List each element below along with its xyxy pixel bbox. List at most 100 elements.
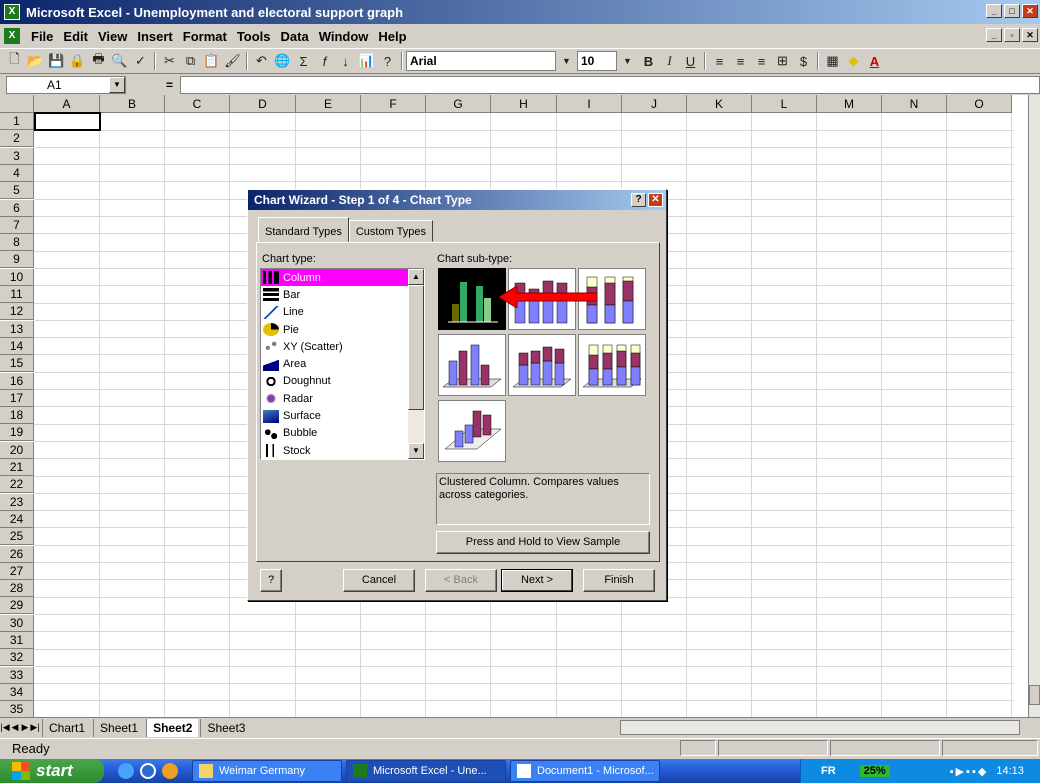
row-header[interactable]: 8 [0, 234, 34, 252]
tab-standard-types[interactable]: Standard Types [258, 217, 349, 242]
vertical-scrollbar[interactable] [1028, 95, 1040, 717]
column-header[interactable]: G [426, 95, 491, 113]
language-indicator[interactable]: FR [821, 765, 836, 777]
row-header[interactable]: 12 [0, 303, 34, 321]
row-header[interactable]: 27 [0, 562, 34, 580]
column-header[interactable]: K [687, 95, 752, 113]
formula-input[interactable] [180, 76, 1040, 94]
chart-type-item[interactable]: Radar [261, 390, 424, 407]
font-color-icon[interactable]: A [864, 51, 885, 71]
row-header[interactable]: 26 [0, 545, 34, 563]
row-header[interactable]: 20 [0, 441, 34, 459]
name-box-dropdown-icon[interactable]: ▼ [109, 77, 125, 93]
open-icon[interactable]: 📂 [25, 51, 46, 71]
task-weimar-germany[interactable]: Weimar Germany [192, 760, 342, 782]
bold-button[interactable]: B [638, 51, 659, 71]
battery-indicator[interactable]: 25% [859, 765, 890, 777]
office-assistant-button[interactable]: ? [260, 569, 282, 592]
chart-type-item[interactable]: Pie [261, 321, 424, 338]
doc-minimize-button[interactable]: _ [986, 28, 1002, 42]
row-header[interactable]: 30 [0, 614, 34, 632]
autosum-icon[interactable]: Σ [293, 51, 314, 71]
row-header[interactable]: 7 [0, 216, 34, 234]
chart-type-item[interactable]: Bar [261, 286, 424, 303]
name-box[interactable]: A1 ▼ [6, 76, 126, 94]
column-header[interactable]: L [752, 95, 817, 113]
select-all-corner[interactable] [0, 95, 34, 113]
minimize-button[interactable]: _ [986, 4, 1002, 18]
cancel-button[interactable]: Cancel [343, 569, 415, 592]
permission-icon[interactable]: 🔒 [67, 51, 88, 71]
row-header[interactable]: 5 [0, 182, 34, 200]
print-preview-icon[interactable]: 🔍 [109, 51, 130, 71]
list-scrollbar[interactable]: ▲ ▼ [408, 269, 424, 459]
sheet-tab-sheet3[interactable]: Sheet3 [200, 718, 251, 737]
sheet-tab-chart1[interactable]: Chart1 [42, 718, 91, 737]
row-header[interactable]: 22 [0, 476, 34, 494]
align-right-icon[interactable]: ≡ [751, 51, 772, 71]
row-header[interactable]: 21 [0, 459, 34, 476]
doc-close-button[interactable]: ✕ [1022, 28, 1038, 42]
workbook-icon[interactable]: X [4, 28, 20, 44]
column-header[interactable]: F [361, 95, 426, 113]
align-left-icon[interactable]: ≡ [709, 51, 730, 71]
chart-type-item[interactable]: Doughnut [261, 373, 424, 390]
column-header[interactable]: O [947, 95, 1012, 113]
active-cell-a1[interactable] [34, 112, 101, 131]
borders-icon[interactable]: ▦ [822, 51, 843, 71]
row-header[interactable]: 10 [0, 268, 34, 286]
subtype-3d-stacked-column[interactable] [508, 334, 576, 396]
subtype-clustered-column[interactable] [438, 268, 506, 330]
chart-type-item[interactable]: Bubble [261, 425, 424, 442]
fill-color-icon[interactable]: ◆ [843, 51, 864, 71]
close-button[interactable]: ✕ [1022, 4, 1038, 18]
column-header[interactable]: D [230, 95, 296, 113]
chart-type-item[interactable]: XY (Scatter) [261, 338, 424, 355]
row-header[interactable]: 9 [0, 251, 34, 269]
media-quicklaunch-icon[interactable] [162, 763, 178, 779]
spelling-icon[interactable]: ✓ [130, 51, 151, 71]
scroll-up-icon[interactable]: ▲ [408, 269, 424, 285]
cut-icon[interactable]: ✂ [159, 51, 180, 71]
tab-custom-types[interactable]: Custom Types [348, 220, 433, 242]
scroll-thumb[interactable] [408, 285, 424, 410]
column-header[interactable]: E [296, 95, 361, 113]
dialog-close-button[interactable]: ✕ [648, 193, 663, 207]
row-header[interactable]: 35 [0, 701, 34, 719]
size-dropdown-icon[interactable]: ▼ [617, 51, 638, 71]
column-header[interactable]: J [622, 95, 687, 113]
menu-file[interactable]: File [26, 29, 58, 44]
column-header[interactable]: B [100, 95, 165, 113]
align-center-icon[interactable]: ≡ [730, 51, 751, 71]
prev-sheet-icon[interactable]: ◀ [10, 722, 20, 733]
menu-edit[interactable]: Edit [58, 29, 93, 44]
horizontal-scrollbar[interactable] [620, 720, 1020, 735]
press-hold-sample-button[interactable]: Press and Hold to View Sample [436, 531, 650, 554]
new-icon[interactable]: 🗋 [4, 51, 25, 71]
task-word-document[interactable]: Document1 - Microsof... [510, 760, 660, 782]
scroll-down-icon[interactable]: ▼ [408, 443, 424, 459]
row-header[interactable]: 32 [0, 649, 34, 667]
row-header[interactable]: 28 [0, 580, 34, 598]
row-header[interactable]: 1 [0, 113, 34, 130]
menu-format[interactable]: Format [178, 29, 232, 44]
doc-restore-button[interactable]: ▫ [1004, 28, 1020, 42]
next-button[interactable]: Next > [501, 569, 573, 592]
subtype-3d-clustered-column[interactable] [438, 334, 506, 396]
row-header[interactable]: 34 [0, 683, 34, 701]
chart-type-item[interactable]: Line [261, 304, 424, 321]
menu-window[interactable]: Window [314, 29, 374, 44]
merge-center-icon[interactable]: ⊞ [772, 51, 793, 71]
currency-icon[interactable]: $ [793, 51, 814, 71]
font-size-select[interactable]: 10 [577, 51, 617, 71]
first-sheet-icon[interactable]: |◀ [0, 722, 10, 733]
chart-type-list[interactable]: Column Bar Line Pie XY (Scatter) Area Doughnut… [260, 268, 425, 460]
row-header[interactable]: 33 [0, 666, 34, 684]
format-painter-icon[interactable]: 🖌 [222, 51, 243, 71]
ie-quicklaunch-icon[interactable] [118, 763, 134, 779]
row-header[interactable]: 19 [0, 424, 34, 442]
column-header[interactable]: I [557, 95, 622, 113]
row-header[interactable]: 25 [0, 528, 34, 546]
row-header[interactable]: 2 [0, 130, 34, 148]
font-name-select[interactable]: Arial [406, 51, 556, 71]
